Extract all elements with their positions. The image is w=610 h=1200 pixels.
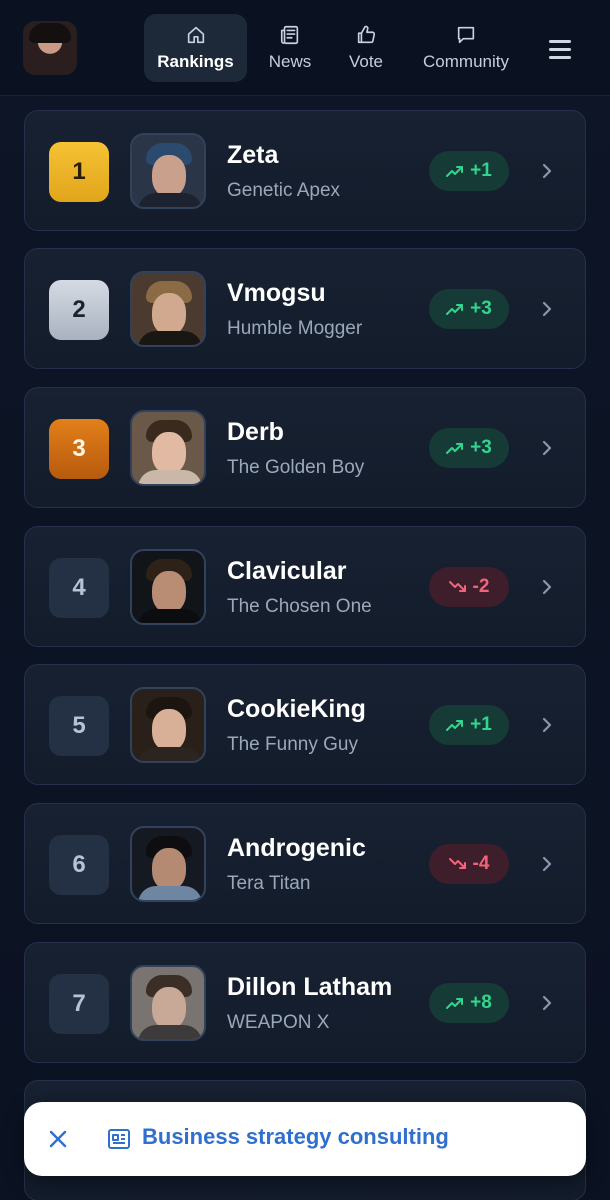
trending-up-icon <box>446 304 464 315</box>
rank-change-value: +3 <box>470 437 492 458</box>
trending-up-icon <box>446 998 464 1009</box>
chevron-right-icon <box>539 159 555 183</box>
trending-up-icon <box>446 720 464 731</box>
rank-change-badge: -2 <box>429 567 509 607</box>
rank-change-value: +1 <box>470 160 492 181</box>
promo-link[interactable]: Business strategy consulting <box>142 1124 449 1150</box>
newspaper-icon <box>106 1126 132 1152</box>
player-title: WEAPON X <box>227 1012 330 1033</box>
player-title: The Funny Guy <box>227 734 358 755</box>
rank-change-value: -2 <box>472 576 490 597</box>
rank-badge: 2 <box>49 280 109 340</box>
chevron-right-icon <box>539 575 555 599</box>
player-name: Dillon Latham <box>227 973 393 1001</box>
rank-change-badge: +1 <box>429 151 509 191</box>
rank-change-badge: +1 <box>429 705 509 745</box>
player-title: The Chosen One <box>227 596 372 617</box>
ranking-card-3[interactable]: 3 Derb The Golden Boy +3 <box>24 387 586 508</box>
player-name: Androgenic <box>227 834 366 862</box>
nav-tab-news[interactable]: News <box>258 14 322 82</box>
rank-badge: 7 <box>49 974 109 1034</box>
rankings-page: Rankings News Vote Community 1 Zeta Gene… <box>0 0 610 1200</box>
newspaper-icon <box>280 25 299 45</box>
thumbs-up-icon <box>357 25 376 44</box>
rank-badge: 1 <box>49 142 109 202</box>
chevron-right-icon <box>539 713 555 737</box>
rank-change-badge: +3 <box>429 289 509 329</box>
hamburger-menu-icon[interactable] <box>540 32 580 66</box>
rank-change-badge: +8 <box>429 983 509 1023</box>
player-title: Tera Titan <box>227 873 311 894</box>
trending-up-icon <box>446 166 464 177</box>
player-name: Zeta <box>227 141 279 169</box>
trending-down-icon <box>448 581 466 592</box>
avatar <box>130 965 206 1041</box>
chevron-right-icon <box>539 297 555 321</box>
chevron-right-icon <box>539 852 555 876</box>
ranking-card-5[interactable]: 5 CookieKing The Funny Guy +1 <box>24 664 586 785</box>
rank-badge: 5 <box>49 696 109 756</box>
ranking-card-2[interactable]: 2 Vmogsu Humble Mogger +3 <box>24 248 586 369</box>
profile-avatar[interactable] <box>23 21 77 75</box>
nav-tab-label: Rankings <box>157 52 234 71</box>
player-name: Clavicular <box>227 557 347 585</box>
nav-tab-label: Vote <box>348 52 384 71</box>
nav-tab-label: News <box>268 52 312 71</box>
player-title: The Golden Boy <box>227 457 365 478</box>
promo-toast: Business strategy consulting <box>24 1102 586 1176</box>
nav-tab-rankings[interactable]: Rankings <box>144 14 247 82</box>
player-title: Genetic Apex <box>227 180 341 201</box>
chevron-right-icon <box>539 991 555 1015</box>
home-icon <box>187 26 204 44</box>
avatar <box>130 826 206 902</box>
ranking-card-6[interactable]: 6 Androgenic Tera Titan -4 <box>24 803 586 924</box>
player-name: CookieKing <box>227 695 366 723</box>
close-icon[interactable] <box>44 1125 72 1153</box>
avatar <box>130 687 206 763</box>
avatar <box>130 410 206 486</box>
ranking-card-4[interactable]: 4 Clavicular The Chosen One -2 <box>24 526 586 647</box>
rank-change-badge: +3 <box>429 428 509 468</box>
rank-change-badge: -4 <box>429 844 509 884</box>
rank-badge: 6 <box>49 835 109 895</box>
rank-change-value: +8 <box>470 992 492 1013</box>
rank-change-value: -4 <box>472 853 490 874</box>
nav-tab-vote[interactable]: Vote <box>338 14 394 82</box>
rank-badge: 4 <box>49 558 109 618</box>
ranking-card-7[interactable]: 7 Dillon Latham WEAPON X +8 <box>24 942 586 1063</box>
trending-up-icon <box>446 443 464 454</box>
rank-badge: 3 <box>49 419 109 479</box>
player-name: Derb <box>227 418 284 446</box>
top-nav-bar: Rankings News Vote Community <box>0 0 610 96</box>
player-title: Humble Mogger <box>227 318 363 339</box>
avatar <box>130 133 206 209</box>
ranking-card-1[interactable]: 1 Zeta Genetic Apex +1 <box>24 110 586 231</box>
chat-bubble-icon <box>457 26 475 44</box>
player-name: Vmogsu <box>227 279 326 307</box>
avatar <box>130 271 206 347</box>
trending-down-icon <box>448 858 466 869</box>
rank-change-value: +3 <box>470 298 492 319</box>
nav-tab-community[interactable]: Community <box>412 14 520 82</box>
avatar <box>130 549 206 625</box>
rank-change-value: +1 <box>470 714 492 735</box>
nav-tab-label: Community <box>423 52 509 71</box>
chevron-right-icon <box>539 436 555 460</box>
